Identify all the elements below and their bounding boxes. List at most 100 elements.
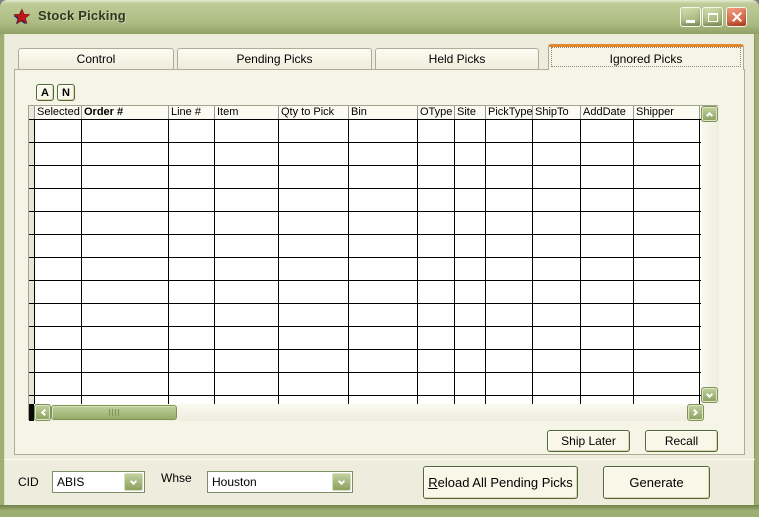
- grid-cell[interactable]: [215, 350, 279, 372]
- tab-pending-picks[interactable]: Pending Picks: [177, 48, 372, 69]
- grid-cell[interactable]: [533, 304, 581, 326]
- grid-cell[interactable]: [35, 120, 82, 142]
- grid-cell[interactable]: [634, 327, 700, 349]
- whse-dropdown-button[interactable]: [332, 473, 351, 491]
- grid-cell[interactable]: [349, 350, 418, 372]
- grid-cell[interactable]: [581, 304, 634, 326]
- grid-cell[interactable]: [581, 235, 634, 257]
- grid-cell[interactable]: [418, 120, 455, 142]
- grid-cell[interactable]: [82, 143, 169, 165]
- a-button[interactable]: A: [36, 84, 54, 101]
- grid-cell[interactable]: [279, 120, 349, 142]
- scroll-left-button[interactable]: [34, 404, 51, 421]
- grid-cell[interactable]: [35, 373, 82, 395]
- grid-cell[interactable]: [169, 327, 215, 349]
- grid-cell[interactable]: [349, 235, 418, 257]
- cid-select[interactable]: ABIS: [52, 471, 145, 493]
- grid-cell[interactable]: [634, 396, 700, 404]
- grid-cell[interactable]: [215, 212, 279, 234]
- grid-row[interactable]: [29, 373, 701, 396]
- grid-cell[interactable]: [279, 189, 349, 211]
- grid-cell[interactable]: [349, 143, 418, 165]
- grid-cell[interactable]: [418, 143, 455, 165]
- grid-cell[interactable]: [634, 212, 700, 234]
- scroll-up-button[interactable]: [701, 106, 718, 122]
- grid-cell[interactable]: [279, 281, 349, 303]
- grid-cell[interactable]: [35, 166, 82, 188]
- grid-cell[interactable]: [486, 212, 533, 234]
- grid-cell[interactable]: [349, 396, 418, 404]
- grid-cell[interactable]: [349, 304, 418, 326]
- grid-cell[interactable]: [35, 327, 82, 349]
- grid-cell[interactable]: [215, 304, 279, 326]
- grid-cell[interactable]: [486, 327, 533, 349]
- grid-cell[interactable]: [279, 373, 349, 395]
- grid-cell[interactable]: [279, 166, 349, 188]
- grid-cell[interactable]: [169, 396, 215, 404]
- grid-cell[interactable]: [533, 189, 581, 211]
- grid-cell[interactable]: [581, 166, 634, 188]
- grid-cell[interactable]: [486, 120, 533, 142]
- grid-cell[interactable]: [634, 350, 700, 372]
- cid-dropdown-button[interactable]: [124, 473, 143, 491]
- grid-cell[interactable]: [215, 143, 279, 165]
- tab-held-picks[interactable]: Held Picks: [375, 48, 539, 69]
- grid-cell[interactable]: [349, 258, 418, 280]
- grid-cell[interactable]: [581, 281, 634, 303]
- grid-cell[interactable]: [215, 396, 279, 404]
- grid-cell[interactable]: [634, 304, 700, 326]
- grid-cell[interactable]: [35, 396, 82, 404]
- n-button[interactable]: N: [57, 84, 75, 101]
- whse-select[interactable]: Houston: [207, 471, 353, 493]
- grid-cell[interactable]: [634, 166, 700, 188]
- grid-cell[interactable]: [581, 212, 634, 234]
- grid-cell[interactable]: [455, 143, 486, 165]
- grid-cell[interactable]: [533, 396, 581, 404]
- maximize-button[interactable]: [702, 7, 723, 27]
- grid-cell[interactable]: [533, 281, 581, 303]
- grid-cell[interactable]: [418, 396, 455, 404]
- grid-cell[interactable]: [169, 120, 215, 142]
- grid-cell[interactable]: [279, 143, 349, 165]
- grid-cell[interactable]: [533, 120, 581, 142]
- grid-cell[interactable]: [82, 235, 169, 257]
- grid-cell[interactable]: [486, 373, 533, 395]
- grid-cell[interactable]: [634, 189, 700, 211]
- grid-cell[interactable]: [215, 373, 279, 395]
- grid-cell[interactable]: [418, 212, 455, 234]
- grid-cell[interactable]: [279, 235, 349, 257]
- grid-cell[interactable]: [418, 258, 455, 280]
- grid-cell[interactable]: [35, 281, 82, 303]
- grid-cell[interactable]: [486, 350, 533, 372]
- grid-cell[interactable]: [418, 189, 455, 211]
- grid-cell[interactable]: [82, 166, 169, 188]
- grid-cell[interactable]: [634, 281, 700, 303]
- grid-cell[interactable]: [455, 281, 486, 303]
- grid-cell[interactable]: [533, 373, 581, 395]
- grid-cell[interactable]: [486, 235, 533, 257]
- grid-cell[interactable]: [581, 396, 634, 404]
- grid-cell[interactable]: [82, 189, 169, 211]
- grid-cell[interactable]: [349, 212, 418, 234]
- grid-cell[interactable]: [533, 212, 581, 234]
- scroll-down-button[interactable]: [701, 387, 718, 403]
- grid-cell[interactable]: [82, 396, 169, 404]
- grid-cell[interactable]: [455, 189, 486, 211]
- grid-cell[interactable]: [35, 350, 82, 372]
- grid-cell[interactable]: [169, 350, 215, 372]
- grid-cell[interactable]: [533, 143, 581, 165]
- grid-cell[interactable]: [279, 396, 349, 404]
- grid-cell[interactable]: [455, 166, 486, 188]
- grid-cell[interactable]: [486, 281, 533, 303]
- grid-cell[interactable]: [169, 212, 215, 234]
- grid-cell[interactable]: [634, 120, 700, 142]
- grid-cell[interactable]: [418, 166, 455, 188]
- grid-cell[interactable]: [169, 143, 215, 165]
- horizontal-scrollbar-thumb[interactable]: [51, 405, 177, 420]
- close-button[interactable]: [726, 7, 747, 27]
- grid-row[interactable]: [29, 212, 701, 235]
- grid-cell[interactable]: [418, 373, 455, 395]
- grid-cell[interactable]: [82, 258, 169, 280]
- grid-cell[interactable]: [169, 373, 215, 395]
- grid-cell[interactable]: [349, 166, 418, 188]
